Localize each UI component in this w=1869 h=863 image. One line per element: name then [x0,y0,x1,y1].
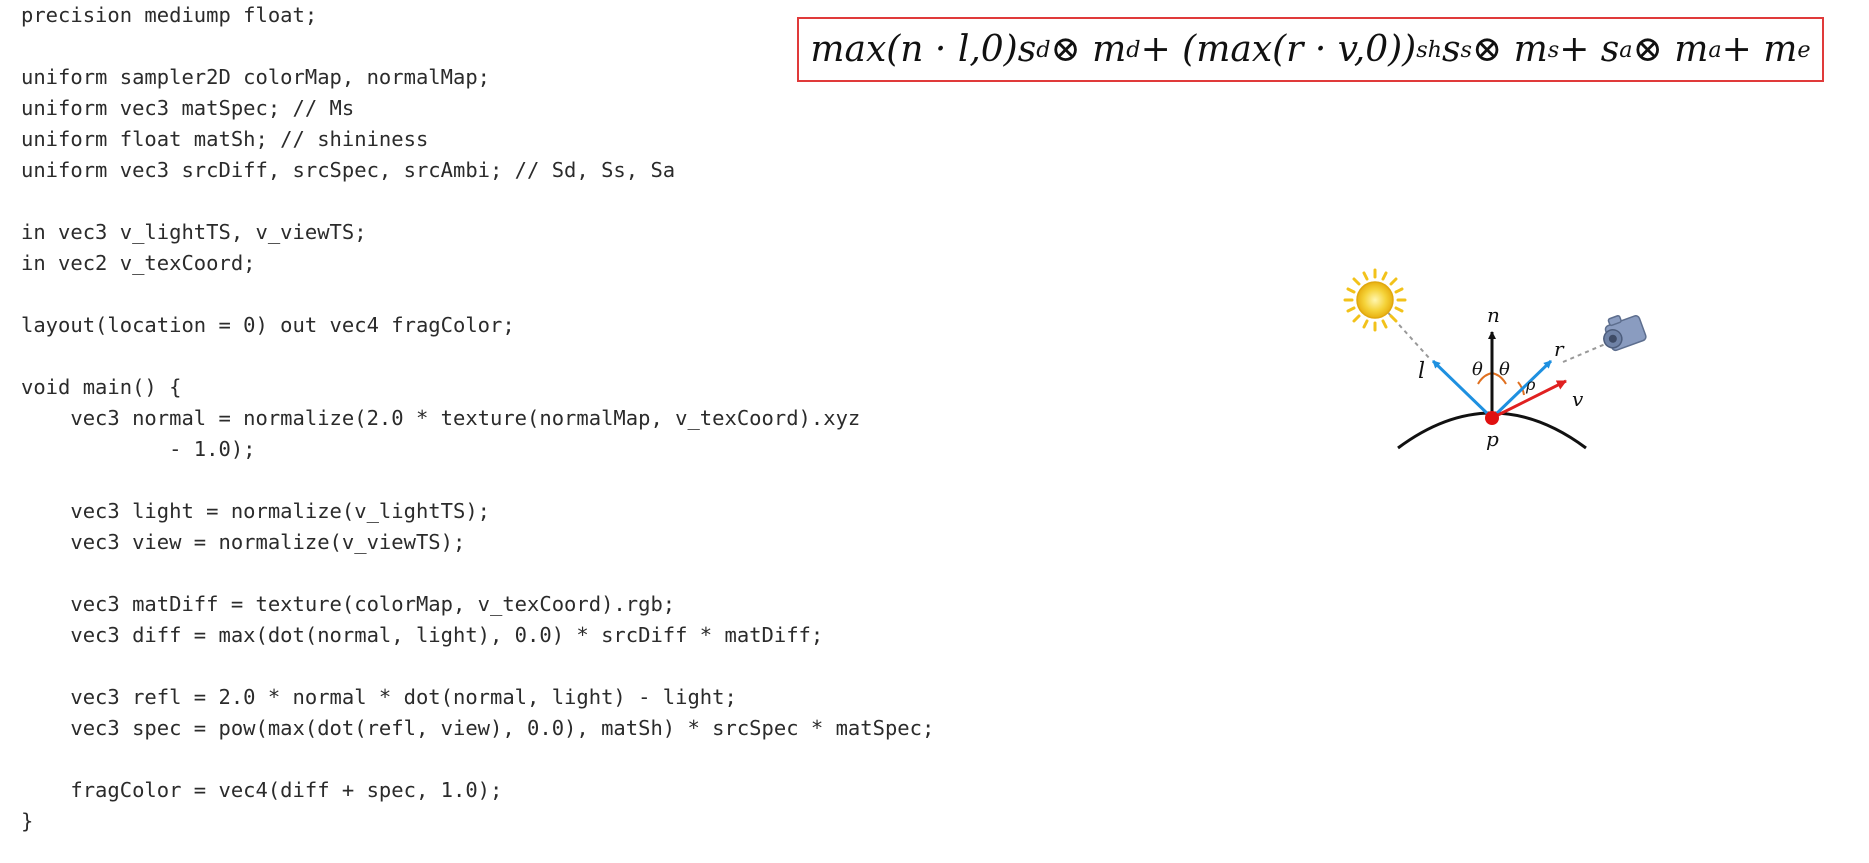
code-line: vec3 matDiff = texture(colorMap, v_texCo… [21,592,676,616]
formula-subscript-md: d [1126,36,1141,63]
formula-subscript-ma: a [1708,36,1722,63]
reflection-diagram: n l r v p θ θ ρ [1343,268,1647,451]
label-r: r [1554,337,1565,361]
code-line: } [21,809,34,833]
formula-term-specular: + (max(r · v,0)) [1140,29,1417,70]
formula-term-diffuse: max(n · l,0) [810,29,1018,70]
shader-code-block: precision mediump float; uniform sampler2… [21,0,934,837]
code-line: vec3 light = normalize(v_lightTS); [21,499,490,523]
code-line: vec3 diff = max(dot(normal, light), 0.0)… [21,623,824,647]
label-v: v [1572,387,1584,411]
code-line: in vec3 v_lightTS, v_viewTS; [21,220,367,244]
light-ray-dashed [1382,306,1431,360]
code-line: uniform float matSh; // shininess [21,127,429,151]
phong-lighting-formula: max(n · l,0) s d ⊗ md + (max(r · v,0)) sh s s… [797,17,1824,82]
formula-otimes-ma: ⊗ m [1632,29,1709,70]
view-ray-dashed [1562,341,1611,363]
formula-symbol-s: s [1017,29,1037,70]
code-line: vec3 view = normalize(v_viewTS); [21,530,466,554]
formula-otimes-ms: ⊗ m [1471,29,1548,70]
code-line: layout(location = 0) out vec4 fragColor; [21,313,515,337]
formula-subscript-ms: s [1547,36,1560,63]
label-rho: ρ [1525,375,1536,394]
surface-point [1485,411,1499,425]
code-line: vec3 refl = 2.0 * normal * dot(normal, l… [21,685,737,709]
code-line: in vec2 v_texCoord; [21,251,256,275]
label-l: l [1418,359,1425,384]
formula-subscript-ss: s [1460,36,1472,63]
code-line: vec3 spec = pow(max(dot(refl, view), 0.0… [21,716,935,740]
formula-superscript-sh: sh [1416,36,1443,63]
code-line: fragColor = vec4(diff + spec, 1.0); [21,778,503,802]
formula-plus-sa: + s [1559,29,1620,70]
label-theta-left: θ [1472,359,1483,380]
formula-symbol-ss: s [1442,29,1461,70]
label-theta-right: θ [1499,359,1510,380]
code-line: void main() { [21,375,182,399]
label-p: p [1486,427,1499,451]
label-n: n [1487,303,1500,327]
code-line: vec3 normal = normalize(2.0 * texture(no… [21,406,861,430]
code-line: uniform vec3 matSpec; // Ms [21,96,355,120]
light-vector [1431,359,1494,420]
code-line: - 1.0); [21,437,256,461]
sun-icon [1343,268,1407,332]
camera-icon [1603,315,1647,352]
formula-plus-me: + m [1721,29,1798,70]
formula-otimes-md: ⊗ m [1050,29,1127,70]
formula-subscript-sa: a [1619,36,1633,63]
formula-subscript-me: e [1797,36,1811,63]
code-line: uniform vec3 srcDiff, srcSpec, srcAmbi; … [21,158,676,182]
formula-subscript-sd: d [1036,36,1051,63]
